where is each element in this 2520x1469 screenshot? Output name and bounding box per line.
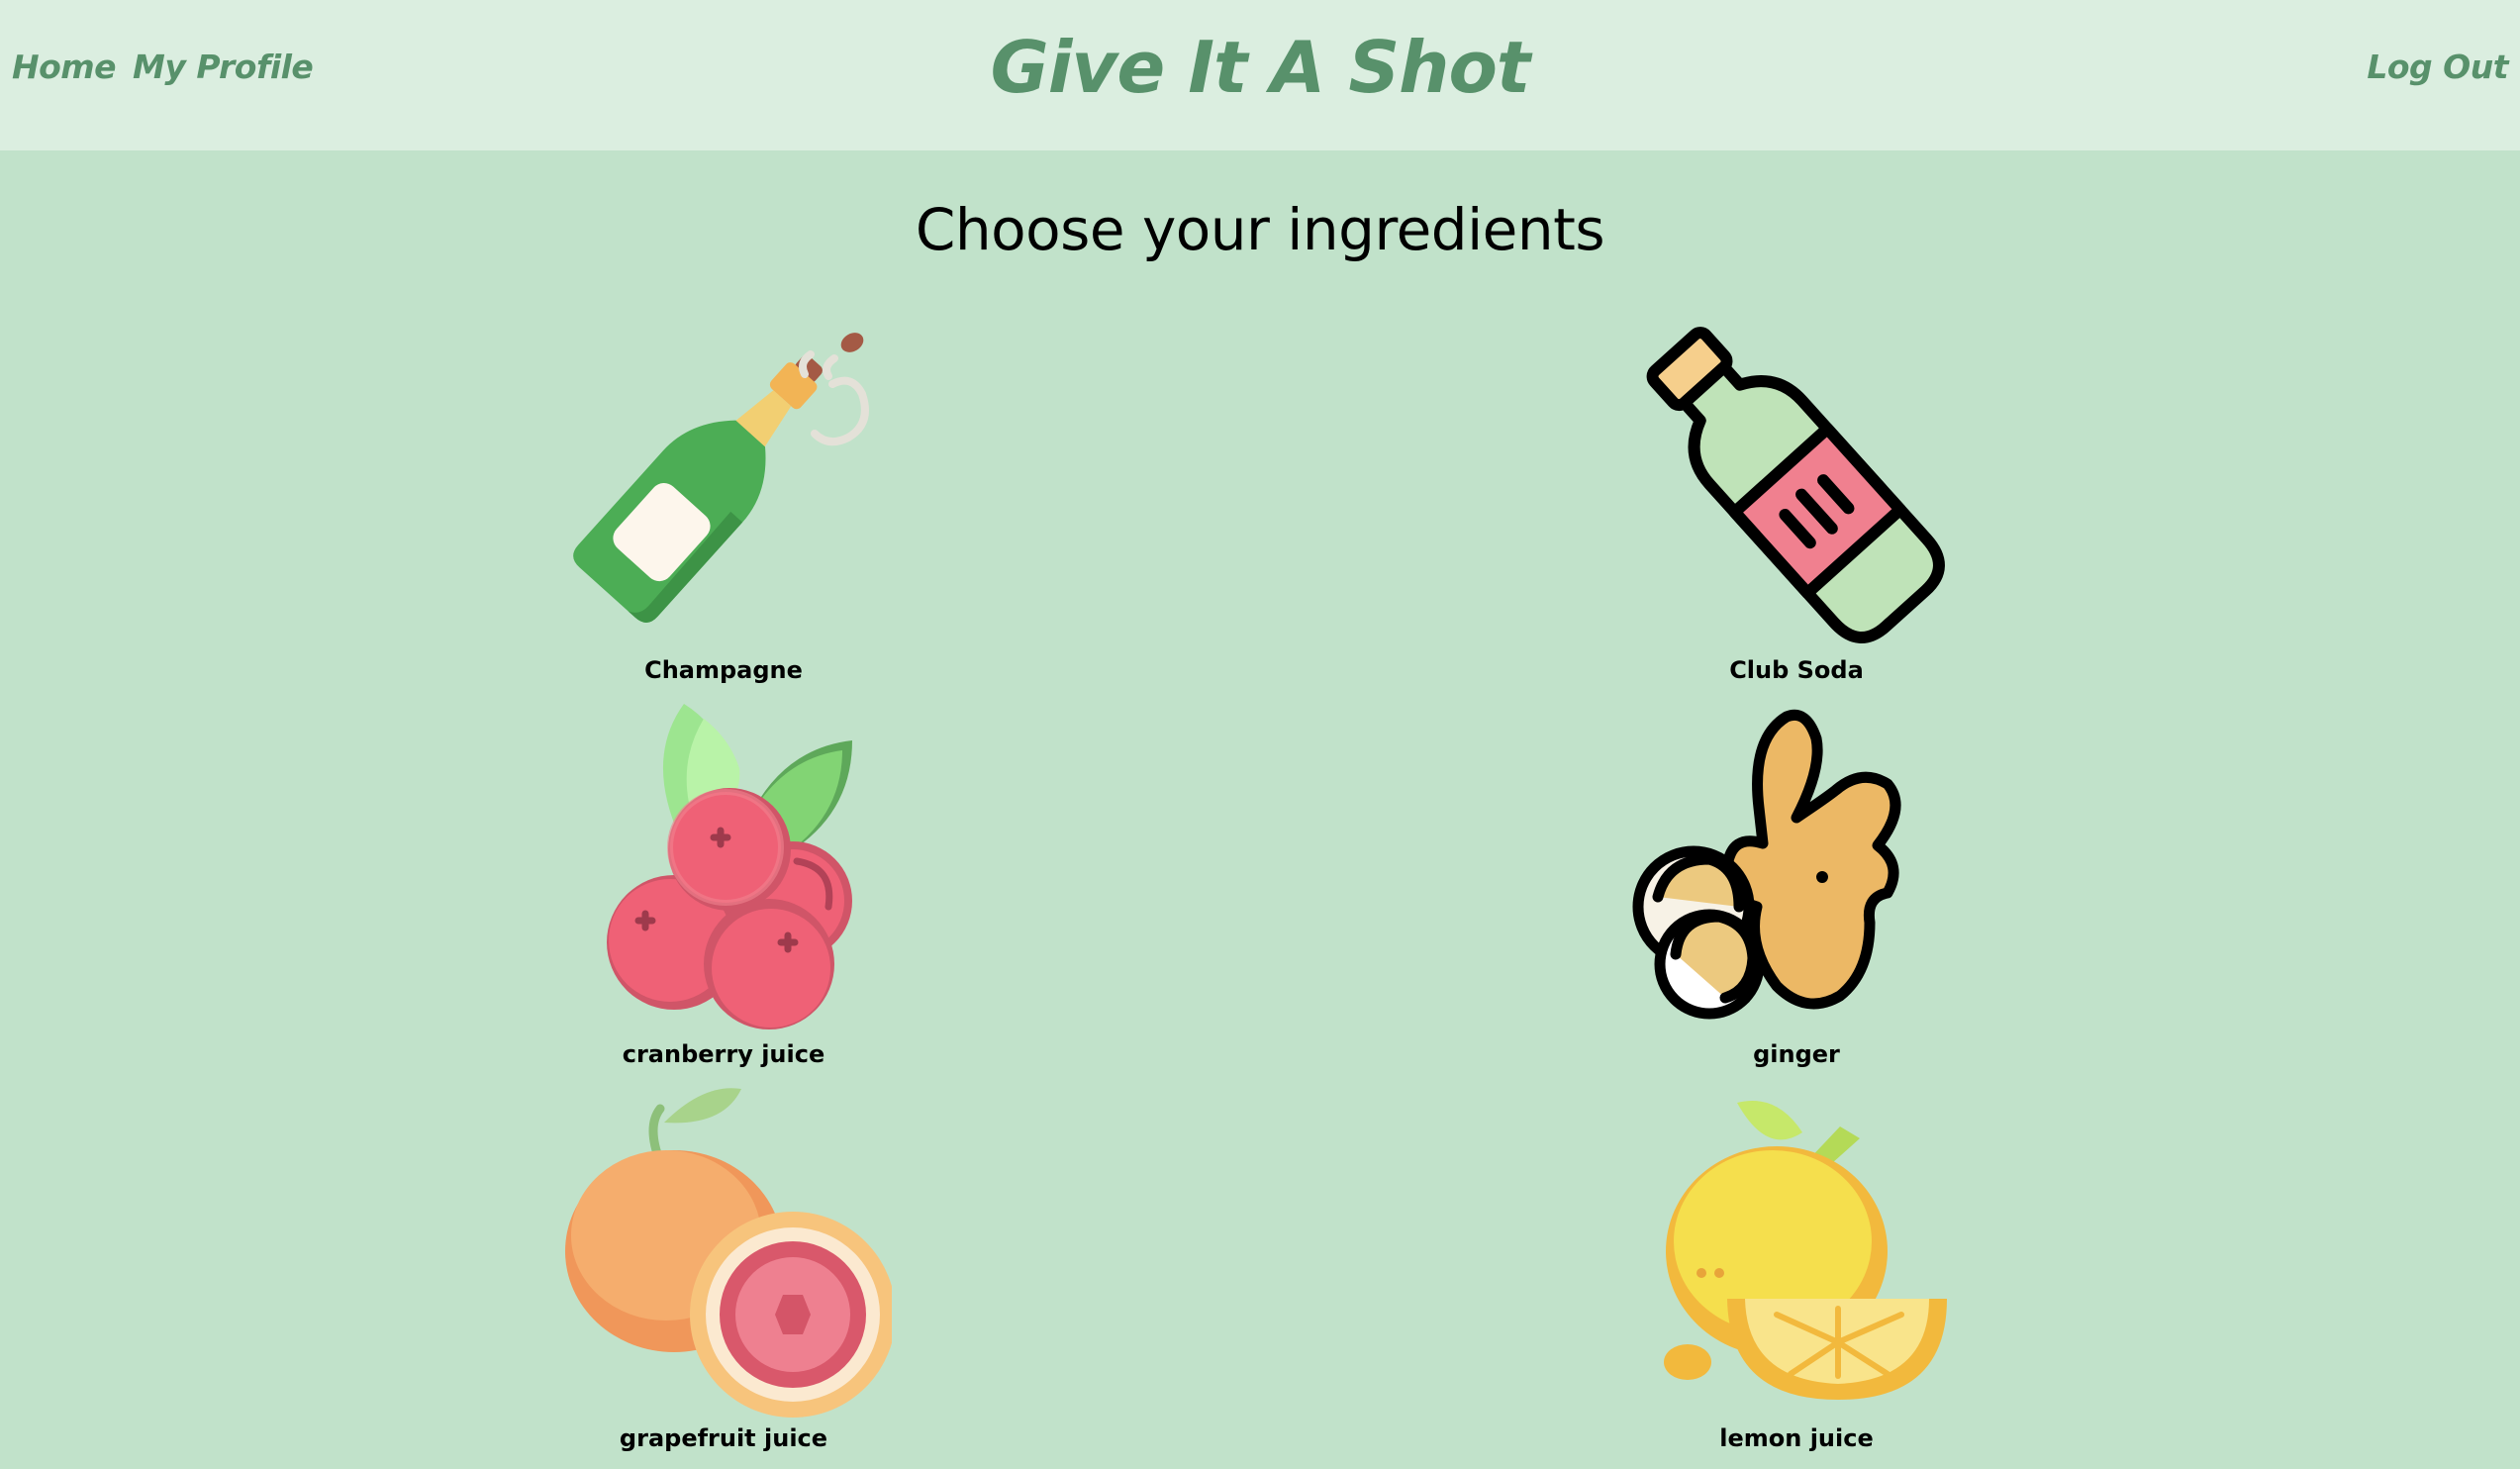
grapefruit-icon bbox=[565, 1088, 892, 1418]
ingredient-lemon-juice[interactable]: lemon juice bbox=[1599, 1083, 1994, 1469]
brand-title: Give It A Shot bbox=[990, 26, 1531, 109]
ingredient-label: ginger bbox=[1753, 1040, 1840, 1068]
ginger-icon bbox=[1632, 709, 1901, 1020]
page-title: Choose your ingredients bbox=[915, 196, 1605, 263]
ingredient-cranberry-juice[interactable]: cranberry juice bbox=[526, 699, 921, 1085]
ingredient-champagne[interactable]: Champagne bbox=[526, 315, 921, 701]
ingredient-label: grapefruit juice bbox=[619, 1424, 828, 1452]
ingredient-ginger[interactable]: ginger bbox=[1599, 699, 1994, 1085]
ingredient-label: Champagne bbox=[644, 656, 803, 684]
ingredient-label: lemon juice bbox=[1719, 1424, 1874, 1452]
cranberry-icon bbox=[607, 704, 852, 1029]
ingredient-label: Club Soda bbox=[1729, 656, 1864, 684]
club-soda-icon bbox=[1646, 327, 1945, 643]
lemon-icon bbox=[1664, 1101, 1947, 1400]
ingredient-label: cranberry juice bbox=[622, 1040, 825, 1068]
champagne-icon bbox=[573, 333, 869, 623]
top-navbar: Home My Profile Give It A Shot Log Out bbox=[0, 0, 2520, 150]
nav-log-out-link[interactable]: Log Out bbox=[2367, 48, 2508, 86]
ingredient-club-soda[interactable]: Club Soda bbox=[1599, 315, 1994, 701]
ingredient-grapefruit-juice[interactable]: grapefruit juice bbox=[526, 1083, 921, 1469]
